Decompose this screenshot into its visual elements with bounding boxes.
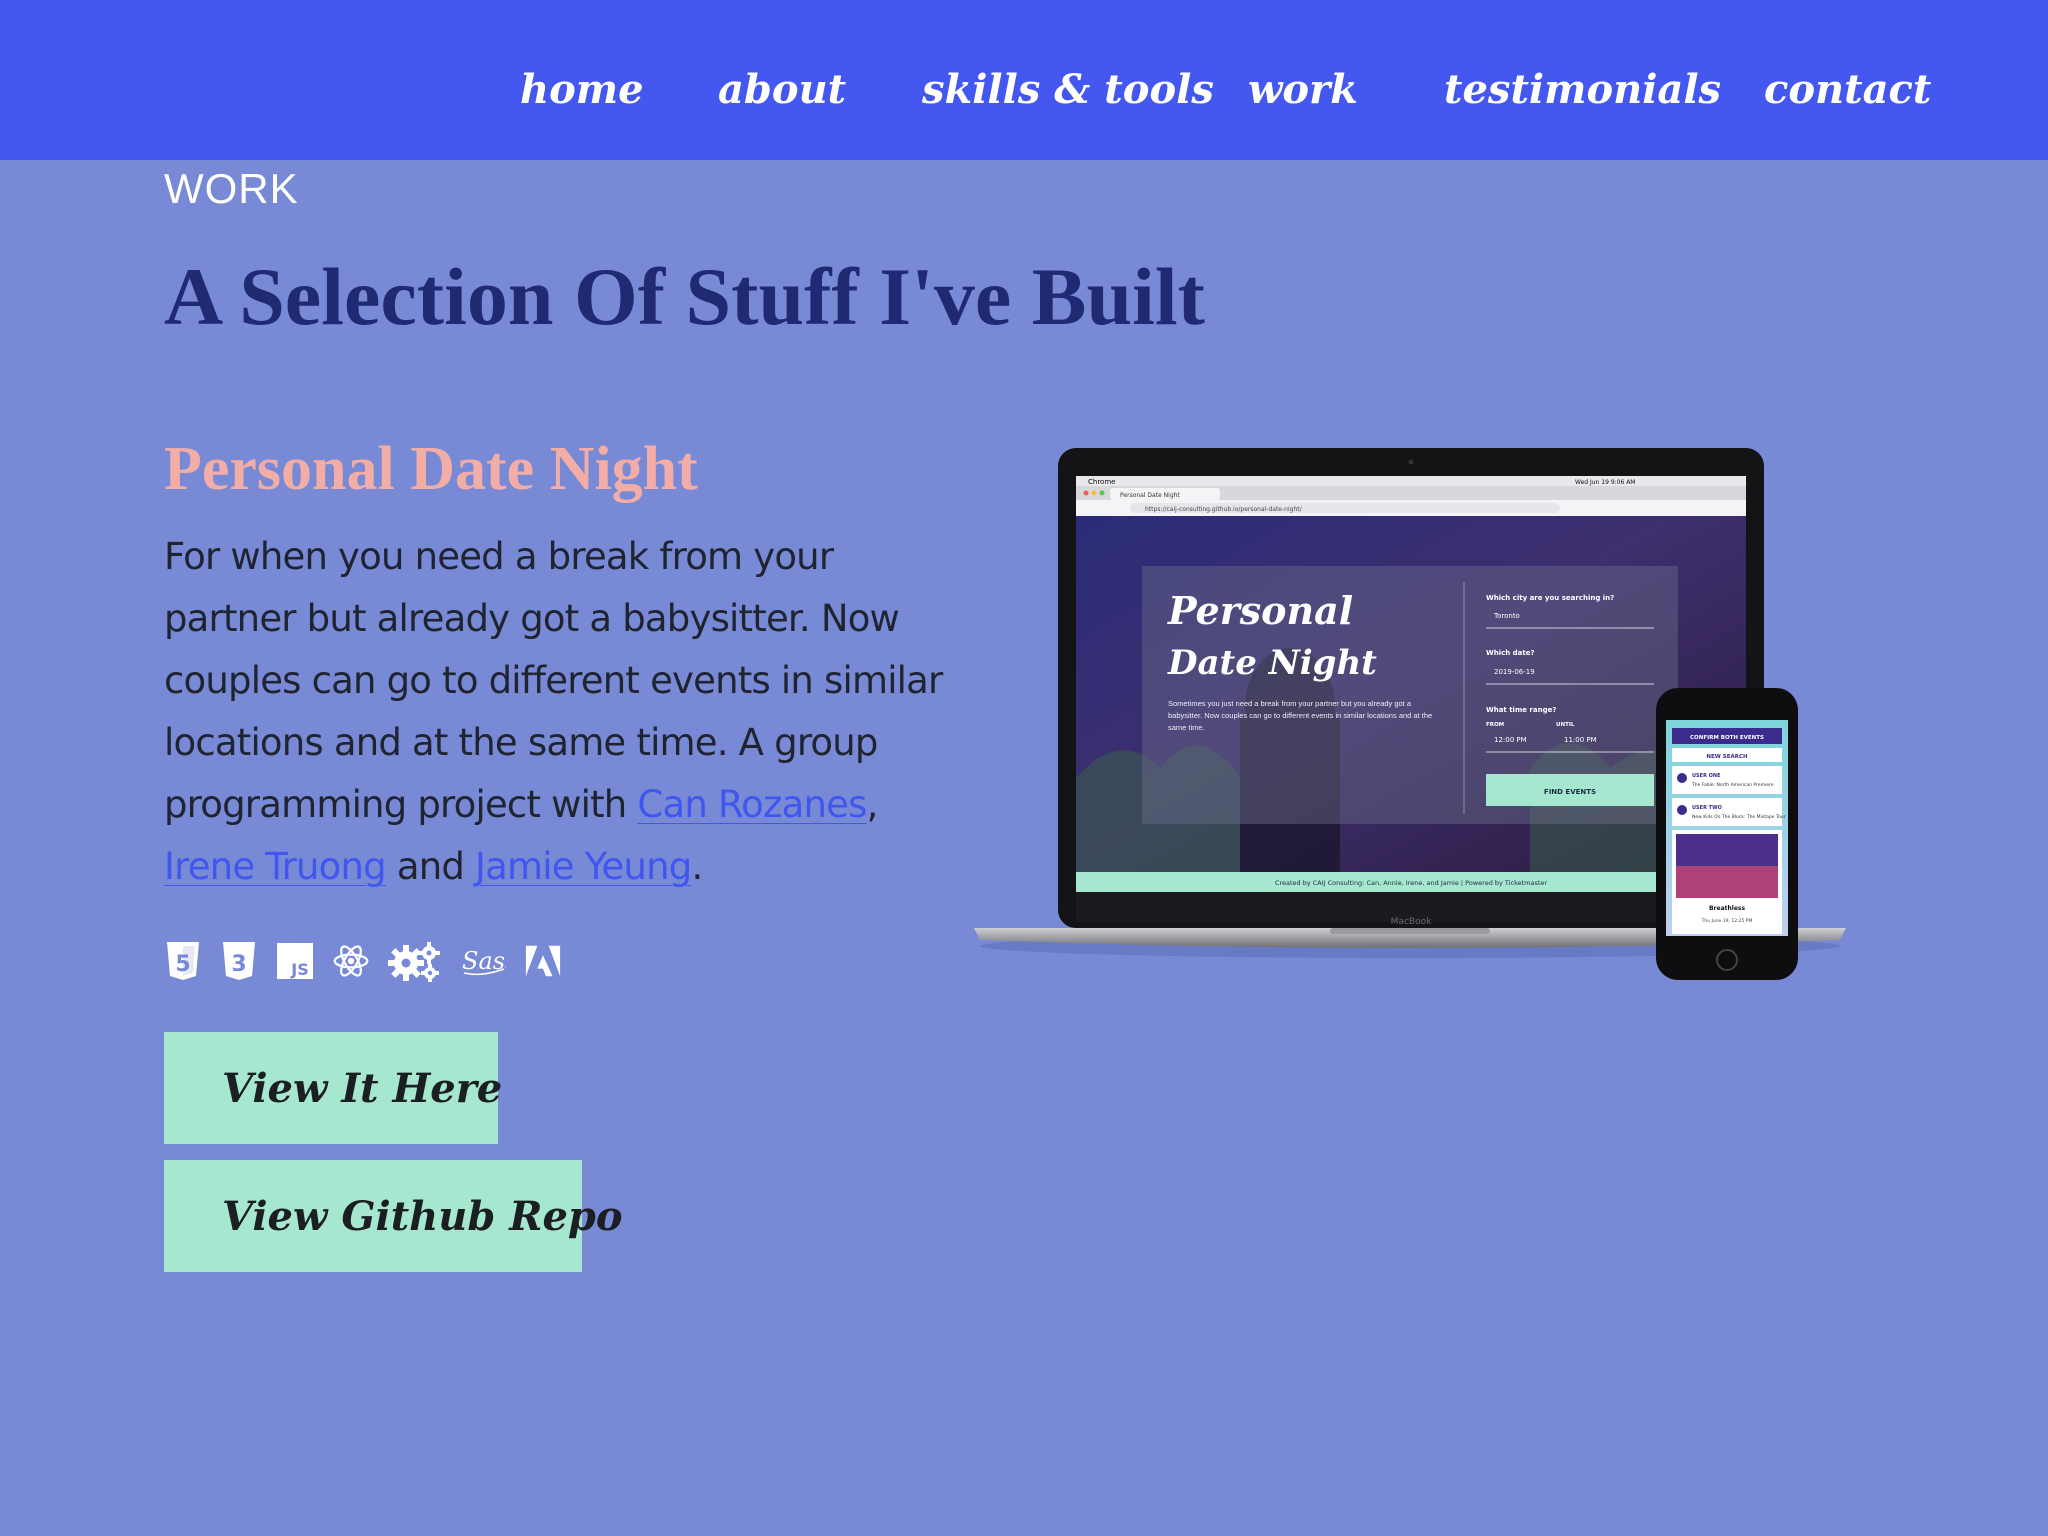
svg-text:JS: JS [290,960,308,979]
nav-item-about[interactable]: about [718,58,846,122]
phone-event-date: Thu June 19, 12:25 PM [1701,918,1753,924]
site-footer-text: Created by CAIJ Consulting: Can, Annie, … [1275,879,1547,887]
app-title-line2: Date Night [1167,643,1377,683]
collaborator-link-can-rozanes[interactable]: Can Rozanes [637,783,867,826]
mac-clock: Wed Jun 19 9:06 AM [1575,479,1635,486]
project-title: Personal Date Night [164,435,698,503]
browser-tab-title: Personal Date Night [1120,492,1180,499]
collaborator-link-jamie-yeung[interactable]: Jamie Yeung [475,845,692,888]
nav-item-work[interactable]: work [1248,58,1358,122]
phone-event-name: Breathless [1709,905,1745,912]
react-icon [332,938,370,984]
mac-menu: Chrome [1088,478,1115,486]
phone-confirm-button: CONFIRM BOTH EVENTS [1690,735,1764,741]
view-it-here-button[interactable]: View It Here [164,1032,502,1144]
section-label: WORK [164,165,299,212]
adobe-icon [524,938,562,984]
svg-text:3: 3 [231,952,246,977]
browser-url: https://caij-consulting.github.io/person… [1145,506,1303,513]
form-from-label: FROM [1486,722,1504,728]
form-time-label: What time range? [1486,706,1556,714]
description-end: . [691,845,703,888]
css3-icon: 3 [220,938,258,984]
form-city-label: Which city are you searching in? [1486,594,1614,602]
phone-user-two: USER TWO [1692,805,1722,811]
nav-item-contact[interactable]: contact [1764,58,1931,122]
form-date-label: Which date? [1486,649,1535,657]
view-github-repo-button[interactable]: View Github Repo [164,1160,623,1272]
form-date-value: 2019-06-19 [1494,668,1535,676]
app-title-line1: Personal [1167,588,1353,633]
project-description: For when you need a break from your part… [164,526,944,898]
nav-item-testimonials[interactable]: testimonials [1444,58,1721,122]
find-events-label: FIND EVENTS [1544,788,1596,796]
phone-user-one-event: The Fable: North American Premiere [1691,782,1774,788]
top-nav: home about skills & tools work testimoni… [0,0,2048,160]
app-description: Sometimes you just need a break from you… [1168,699,1433,732]
sass-icon: Sass [460,938,506,984]
laptop-brand: MacBook [1391,917,1432,927]
html5-icon: 5 [164,938,202,984]
phone-user-one: USER ONE [1692,773,1721,779]
form-until-value: 11:00 PM [1564,736,1597,744]
gears-icon [388,938,442,984]
separator-and: and [385,845,475,888]
javascript-icon: JS [276,938,314,984]
tech-icons-row: 5 3 JS Sas [164,936,562,986]
section-title: A Selection Of Stuff I've Built [164,251,1205,342]
svg-text:5: 5 [175,952,190,977]
phone-new-search: NEW SEARCH [1706,754,1748,760]
collaborator-link-irene-truong[interactable]: Irene Truong [164,845,387,888]
nav-item-home[interactable]: home [520,58,644,122]
form-from-value: 12:00 PM [1494,736,1527,744]
project-screenshot-mockup: Chrome Wed Jun 19 9:06 AM Personal Date … [970,448,1850,988]
separator-comma: , [866,783,879,826]
form-city-value: Toronto [1493,612,1520,620]
phone-user-two-event: New Kids On The Block: The Mixtape Tour [1692,814,1786,820]
nav-item-skills-tools[interactable]: skills & tools [922,58,1214,122]
form-until-label: UNTIL [1556,722,1575,728]
